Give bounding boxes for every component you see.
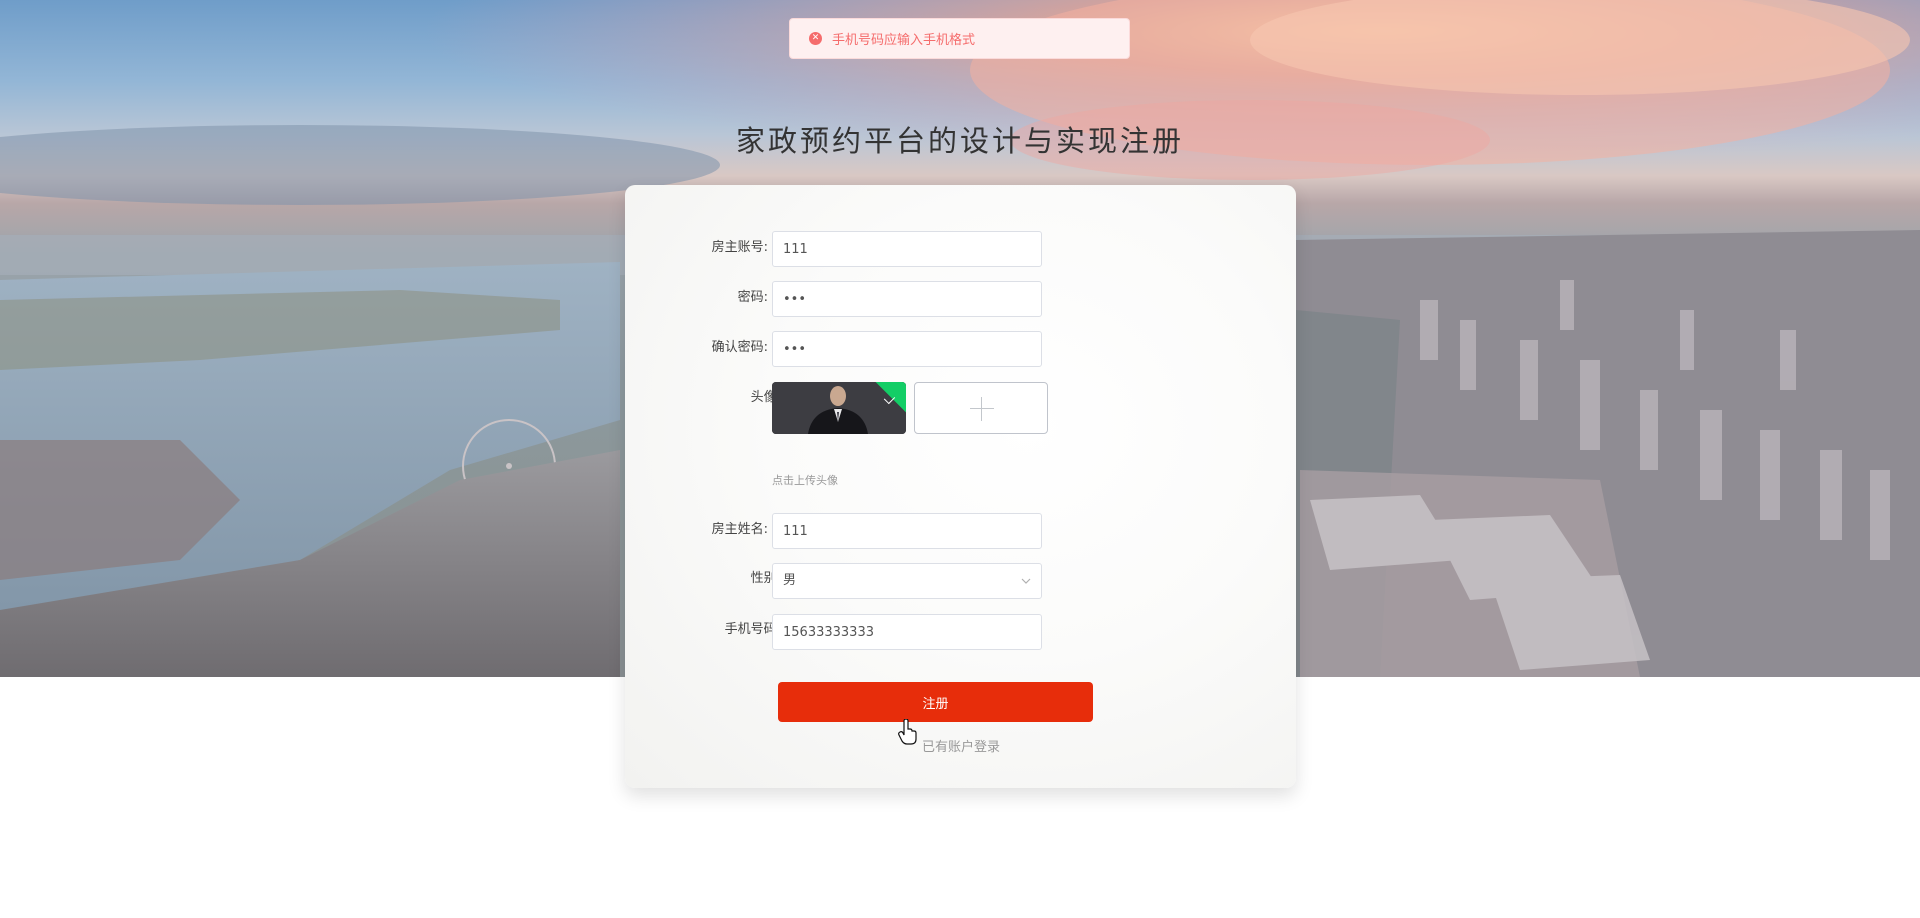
owner-name-label: 房主姓名:* xyxy=(712,513,781,549)
error-toast: ✕ 手机号码应输入手机格式 xyxy=(789,18,1130,59)
page-title: 家政预约平台的设计与实现注册 xyxy=(735,124,1184,158)
register-form-card: 房主账号:* 密码:* 确认密码:* 头像: xyxy=(625,185,1296,788)
plus-icon-vertical xyxy=(981,397,982,421)
form-row-account: 房主账号:* xyxy=(625,231,1296,267)
form-row-gender: 性别: 男 xyxy=(625,563,1296,599)
upload-hint-text: 点击上传头像 xyxy=(772,474,838,487)
plus-icon xyxy=(970,408,994,409)
phone-input[interactable] xyxy=(772,614,1042,650)
confirm-password-input[interactable] xyxy=(772,331,1042,367)
error-circle-icon: ✕ xyxy=(809,32,822,45)
account-label: 房主账号:* xyxy=(712,231,781,267)
form-row-phone: 手机号码: xyxy=(625,614,1296,650)
form-row-owner-name: 房主姓名:* xyxy=(625,513,1296,549)
register-page: ✕ 手机号码应输入手机格式 家政预约平台的设计与实现注册 房主账号:* 密码:*… xyxy=(0,0,1920,918)
password-input[interactable] xyxy=(772,281,1042,317)
hand-cursor-icon xyxy=(898,719,917,745)
form-row-password: 密码:* xyxy=(625,281,1296,317)
avatar-preview-image[interactable] xyxy=(772,382,906,434)
chevron-down-icon xyxy=(1021,564,1031,613)
register-button[interactable]: 注册 xyxy=(778,682,1093,722)
account-input[interactable] xyxy=(772,231,1042,267)
login-link[interactable]: 已有账户登录 xyxy=(922,736,1000,755)
toast-message: 手机号码应输入手机格式 xyxy=(832,33,976,48)
form-row-confirm-password: 确认密码:* xyxy=(625,331,1296,367)
upload-avatar-button[interactable] xyxy=(914,382,1048,434)
gender-selected-value: 男 xyxy=(783,573,797,588)
form-row-avatar: 头像: xyxy=(625,382,1296,436)
owner-name-input[interactable] xyxy=(772,513,1042,549)
gender-select[interactable]: 男 xyxy=(772,563,1042,599)
confirm-password-label: 确认密码:* xyxy=(712,331,781,367)
